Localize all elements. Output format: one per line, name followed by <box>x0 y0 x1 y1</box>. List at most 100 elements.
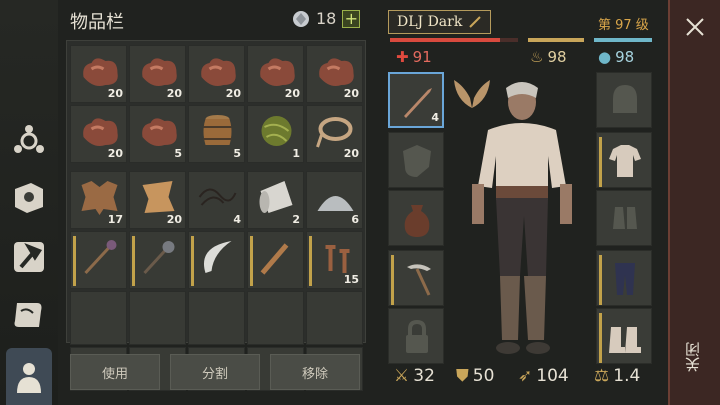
chest-durability-bar <box>599 137 602 187</box>
weapon-qty: 4 <box>431 111 439 124</box>
inventory-slot[interactable] <box>247 231 304 289</box>
durability-bar <box>309 236 312 286</box>
hunger-bar <box>528 38 584 42</box>
boots-icon <box>609 327 641 353</box>
inventory-slot[interactable]: 20 <box>129 171 186 229</box>
inventory-slot[interactable] <box>129 231 186 289</box>
copper-ore-icon <box>142 58 177 86</box>
book-sun-icon <box>15 183 43 213</box>
inventory-grid: 20 20 20 20 20 20 5 5 1 20 17 20 4 2 6 15 <box>66 40 366 391</box>
slot-legs[interactable] <box>596 250 652 306</box>
pouch-icon <box>404 205 430 237</box>
legs-durability-bar <box>599 255 602 305</box>
weight-stat: ⚖ 1.4 <box>594 366 640 386</box>
slot-head[interactable] <box>596 72 652 128</box>
add-currency-button[interactable]: + <box>342 9 361 28</box>
durability-bar <box>250 236 253 286</box>
item-qty: 4 <box>233 213 241 226</box>
character-name: DLJ Dark <box>397 14 463 30</box>
slot-bag[interactable] <box>388 190 444 246</box>
water-bar <box>594 38 652 42</box>
tab-building[interactable] <box>6 234 52 280</box>
gem-coin-icon <box>293 10 309 27</box>
pants-icon <box>615 263 635 295</box>
item-qty: 20 <box>166 87 182 100</box>
defense-value: 50 <box>472 366 495 386</box>
slot-weapon[interactable]: 4 <box>388 72 444 128</box>
pickaxe-icon <box>407 264 431 296</box>
inventory-slot[interactable]: 4 <box>188 171 245 229</box>
inventory-slot[interactable]: 17 <box>70 171 127 229</box>
string-icon <box>198 188 237 206</box>
character-name-badge[interactable]: DLJ Dark <box>388 10 492 34</box>
inventory-slot[interactable]: 20 <box>129 45 186 103</box>
item-qty: 20 <box>343 87 359 100</box>
powder-pile-icon <box>317 196 354 211</box>
inventory-slot[interactable] <box>70 231 127 289</box>
tab-crafting[interactable] <box>6 118 52 164</box>
copper-ore-icon <box>201 58 236 86</box>
slot-chest[interactable] <box>596 132 652 188</box>
item-qty: 20 <box>284 87 300 100</box>
tab-book[interactable] <box>6 174 52 220</box>
use-button[interactable]: 使用 <box>70 354 160 390</box>
inventory-slot-empty[interactable] <box>129 291 186 345</box>
inventory-slot-empty[interactable] <box>247 291 304 345</box>
attack-sword-icon: ⚔ <box>394 366 410 386</box>
slot-shield[interactable] <box>388 132 444 188</box>
slot-hands[interactable] <box>596 190 652 246</box>
inventory-slot[interactable] <box>188 231 245 289</box>
inventory-slot[interactable]: 5 <box>129 105 186 163</box>
speed-stat: ➶ 104 <box>518 366 569 386</box>
copper-ore-icon <box>260 58 295 86</box>
health-stat: ✚ 91 <box>396 48 432 66</box>
inventory-slot[interactable]: 20 <box>306 105 363 163</box>
inventory-slot[interactable]: 2 <box>247 171 304 229</box>
close-label[interactable]: 关闭 <box>682 342 710 372</box>
inventory-slot[interactable]: 20 <box>70 45 127 103</box>
feet-durability-bar <box>599 313 602 363</box>
inventory-slot[interactable]: 20 <box>306 45 363 103</box>
tab-map[interactable] <box>6 292 52 338</box>
inventory-slot[interactable]: 20 <box>247 45 304 103</box>
durability-bar <box>132 236 135 286</box>
cloth-roll-icon <box>259 181 293 213</box>
item-qty: 20 <box>166 213 182 226</box>
item-qty: 5 <box>174 147 182 160</box>
lock-icon <box>406 319 428 353</box>
close-panel[interactable]: 关闭 <box>668 0 720 405</box>
close-icon[interactable] <box>684 16 706 38</box>
health-icon: ✚ <box>396 48 409 66</box>
copper-ore-icon <box>319 58 354 86</box>
inventory-slot-empty[interactable] <box>306 291 363 345</box>
fiber-ball-icon <box>261 116 292 146</box>
inventory-slot-empty[interactable] <box>70 291 127 345</box>
inventory-slot[interactable]: 20 <box>70 105 127 163</box>
leather-hide-icon <box>81 181 118 215</box>
remove-button[interactable]: 移除 <box>270 354 360 390</box>
inventory-slot[interactable]: 5 <box>188 105 245 163</box>
weight-icon: ⚖ <box>594 366 610 386</box>
mace-icon <box>84 240 117 275</box>
tab-character[interactable] <box>6 348 52 405</box>
scimitar-icon <box>203 241 232 273</box>
attack-value: 32 <box>413 366 435 386</box>
club-icon <box>260 243 289 275</box>
inventory-slot-empty[interactable] <box>188 291 245 345</box>
inventory-slot[interactable]: 6 <box>306 171 363 229</box>
defense-shield-icon: ⛊ <box>456 366 469 386</box>
inventory-slot[interactable]: 15 <box>306 231 363 289</box>
inventory-slot[interactable]: 20 <box>188 45 245 103</box>
split-button[interactable]: 分割 <box>170 354 260 390</box>
item-qty: 1 <box>292 147 300 160</box>
durability-bar <box>191 236 194 286</box>
hunger-value: 98 <box>547 48 567 66</box>
running-icon: ➶ <box>518 366 533 386</box>
water-stat: ● 98 <box>598 48 634 66</box>
inventory-slot[interactable]: 1 <box>247 105 304 163</box>
slot-tool[interactable] <box>388 250 444 306</box>
defense-stat: ⛊ 50 <box>456 366 494 386</box>
weight-value: 1.4 <box>613 366 641 386</box>
inventory-title: 物品栏 <box>70 12 124 33</box>
slot-feet[interactable] <box>596 308 652 364</box>
